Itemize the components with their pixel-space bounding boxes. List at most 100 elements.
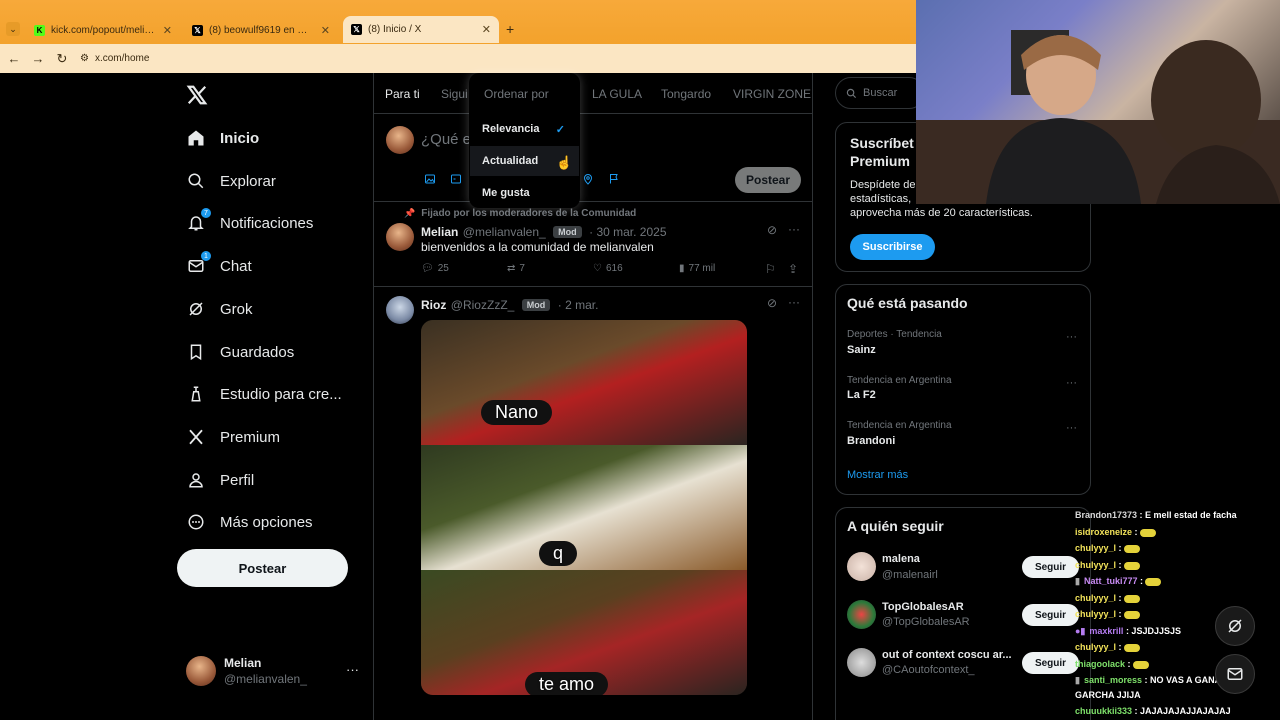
- gif-icon[interactable]: [450, 173, 462, 185]
- tab-title: kick.com/popout/melianvalen/c: [51, 24, 155, 36]
- grok-icon[interactable]: ⊘: [767, 296, 777, 310]
- more-icon[interactable]: ···: [788, 295, 800, 309]
- tab-tongardo[interactable]: Tongardo: [661, 87, 711, 101]
- tab-para-ti[interactable]: Para ti: [385, 87, 420, 101]
- like-button[interactable]: ♡ 616: [593, 263, 623, 274]
- follow-button[interactable]: Seguir: [1022, 652, 1079, 674]
- tweet-media[interactable]: Nano q te amo: [421, 320, 747, 695]
- follow-button[interactable]: Seguir: [1022, 604, 1079, 626]
- tweet-author-name[interactable]: Melian: [421, 225, 458, 239]
- x-logo-icon: 𝕏: [192, 24, 203, 36]
- image-icon[interactable]: [424, 173, 436, 185]
- sidebar-item-label: Grok: [220, 300, 253, 318]
- sidebar-item-premium[interactable]: Premium: [186, 422, 280, 452]
- avatar[interactable]: [386, 296, 414, 324]
- views-icon: ▮: [679, 263, 685, 274]
- flag-icon[interactable]: [608, 173, 620, 185]
- chat-text: :: [1134, 527, 1138, 537]
- chat-username: Natt_tuki777: [1083, 576, 1138, 586]
- search-input[interactable]: Buscar: [835, 77, 925, 109]
- avatar[interactable]: [847, 648, 876, 677]
- close-icon[interactable]: ✕: [482, 23, 491, 36]
- chat-text: :: [1118, 642, 1122, 652]
- trend-item-brandoni[interactable]: Brandoni: [847, 435, 895, 447]
- sidebar-item-perfil[interactable]: Perfil: [186, 465, 254, 495]
- sort-option-actualidad[interactable]: Actualidad ☝: [470, 146, 579, 176]
- avatar[interactable]: [847, 552, 876, 581]
- repost-button[interactable]: ⇄ 7: [507, 263, 525, 274]
- tab-search-icon[interactable]: ⌄: [6, 22, 20, 36]
- sidebar-item-explorar[interactable]: Explorar: [186, 166, 276, 196]
- tweet-date[interactable]: · 30 mar. 2025: [589, 225, 666, 239]
- follow-suggestion-name[interactable]: malena: [882, 553, 1014, 565]
- emote-icon: [1132, 660, 1149, 669]
- back-icon[interactable]: ←: [2, 51, 26, 66]
- tab-la-gula[interactable]: LA GULA: [592, 87, 642, 101]
- chat-username: chulyyy_l: [1075, 642, 1117, 652]
- chat-username: thiagoolack: [1075, 659, 1126, 669]
- browser-tab-kick[interactable]: K kick.com/popout/melianvalen/c ✕: [26, 18, 180, 42]
- x-premium-icon: [186, 427, 206, 447]
- tab-siguiendo[interactable]: Sigui: [441, 87, 468, 101]
- share-icon[interactable]: ⇪: [788, 262, 798, 276]
- sidebar-item-guardados[interactable]: Guardados: [186, 337, 294, 367]
- chat-text: :: [1127, 659, 1131, 669]
- emote-icon: [1123, 544, 1140, 553]
- location-icon[interactable]: [582, 173, 594, 185]
- sidebar-item-mas-opciones[interactable]: Más opciones: [186, 507, 313, 537]
- sort-option-me-gusta[interactable]: Me gusta: [470, 178, 579, 208]
- sort-option-relevancia[interactable]: Relevancia ✓: [470, 114, 579, 144]
- emote-icon: [1123, 594, 1140, 603]
- close-icon[interactable]: ✕: [321, 24, 330, 37]
- tab-virgin-zone[interactable]: VIRGIN ZONE: [733, 87, 811, 101]
- subscribe-button[interactable]: Suscribirse: [850, 234, 935, 260]
- close-icon[interactable]: ✕: [163, 24, 172, 37]
- sidebar-item-chat[interactable]: 1 Chat: [186, 251, 252, 281]
- tweet-date[interactable]: · 2 mar.: [558, 298, 599, 312]
- grok-icon[interactable]: ⊘: [767, 223, 777, 237]
- tweet-author-handle[interactable]: @melianvalen_: [463, 225, 546, 239]
- more-icon[interactable]: ···: [788, 222, 800, 236]
- account-switcher[interactable]: Melian @melianvalen_: [186, 656, 307, 686]
- video-caption: Nano: [481, 400, 553, 425]
- post-button[interactable]: Postear: [177, 549, 348, 587]
- trend-item-sainz[interactable]: Sainz: [847, 344, 876, 356]
- grok-floating-button[interactable]: [1215, 606, 1255, 646]
- tweet-author-handle[interactable]: @RiozZzZ_: [451, 298, 515, 312]
- browser-tab-beowulf[interactable]: 𝕏 (8) beowulf9619 en X: "despué ✕: [184, 18, 338, 42]
- avatar[interactable]: [847, 600, 876, 629]
- trend-more-icon[interactable]: ···: [1066, 377, 1077, 389]
- follow-button[interactable]: Seguir: [1022, 556, 1079, 578]
- account-name: Melian: [224, 656, 262, 670]
- sidebar-item-estudio[interactable]: Estudio para cre...: [186, 379, 342, 409]
- follow-suggestion-name[interactable]: TopGlobalesAR: [882, 601, 1014, 613]
- forward-icon[interactable]: →: [26, 51, 50, 66]
- sidebar-item-grok[interactable]: Grok: [186, 294, 253, 324]
- sidebar-item-inicio[interactable]: Inicio: [186, 123, 259, 153]
- site-info-icon[interactable]: ⚙: [80, 53, 89, 64]
- trend-more-icon[interactable]: ···: [1066, 422, 1077, 434]
- browser-tab-inicio[interactable]: 𝕏 (8) Inicio / X ✕: [343, 16, 499, 43]
- avatar[interactable]: [386, 223, 414, 251]
- grok-icon: [186, 299, 206, 319]
- reload-icon[interactable]: ↻: [50, 51, 74, 67]
- tweet-author-name[interactable]: Rioz: [421, 298, 446, 312]
- new-tab-button[interactable]: +: [506, 21, 514, 37]
- bookmark-icon[interactable]: ⚐: [765, 262, 776, 276]
- like-count: 616: [605, 263, 623, 274]
- follow-suggestion-name[interactable]: out of context coscu ar...: [882, 649, 1014, 661]
- x-logo-icon[interactable]: [186, 84, 208, 106]
- views-button[interactable]: ▮ 77 mil: [679, 263, 715, 274]
- trend-item-la-f2[interactable]: La F2: [847, 389, 876, 401]
- sidebar-item-notificaciones[interactable]: 7 Notificaciones: [186, 208, 313, 238]
- messages-floating-button[interactable]: [1215, 654, 1255, 694]
- chat-username: maxkrill: [1089, 626, 1124, 636]
- reply-button[interactable]: 💬︎ 25: [421, 263, 449, 274]
- composer-post-button[interactable]: Postear: [735, 167, 801, 193]
- browser-tab-strip: ⌄ K kick.com/popout/melianvalen/c ✕ 𝕏 (8…: [0, 0, 916, 44]
- url-field[interactable]: ⚙ x.com/home: [80, 53, 149, 64]
- account-more-icon[interactable]: ···: [346, 662, 359, 677]
- show-more-link[interactable]: Mostrar más: [847, 469, 908, 481]
- emote-icon: [1139, 528, 1156, 537]
- trend-more-icon[interactable]: ···: [1066, 331, 1077, 343]
